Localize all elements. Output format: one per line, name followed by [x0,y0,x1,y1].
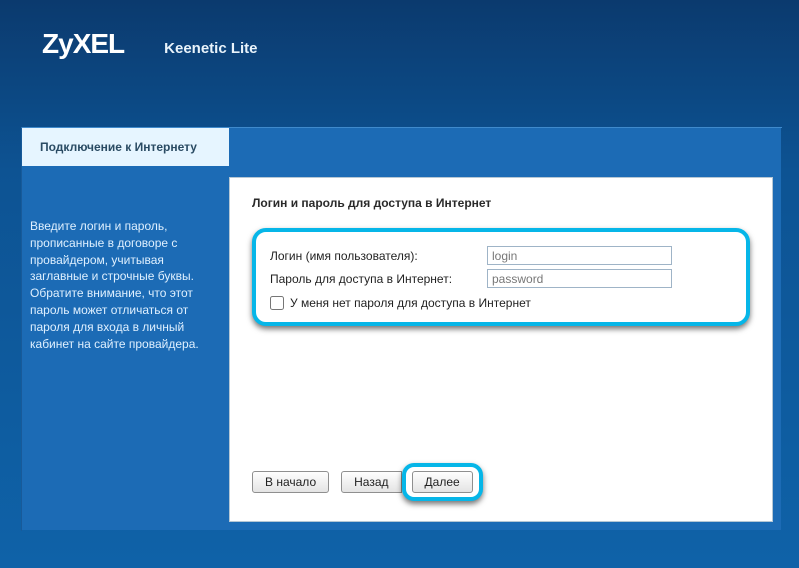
home-button[interactable]: В начало [252,471,329,493]
app-header: ZyXEL Keenetic Lite [0,0,799,60]
section-title: Логин и пароль для доступа в Интернет [252,196,750,210]
no-password-checkbox[interactable] [270,296,284,310]
password-label: Пароль для доступа в Интернет: [270,272,475,286]
main-panel: Подключение к Интернету Введите логин и … [22,128,781,530]
next-button[interactable]: Далее [412,471,473,493]
credentials-highlight: Логин (имя пользователя): Пароль для дос… [252,228,750,326]
wizard-button-bar: В начало Назад Далее [252,463,483,501]
back-button[interactable]: Назад [341,471,401,493]
no-password-label: У меня нет пароля для доступа в Интернет [290,296,531,310]
content-area: Логин и пароль для доступа в Интернет Ло… [229,177,773,522]
password-input[interactable] [487,269,672,288]
next-highlight: Далее [402,463,483,501]
brand-logo: ZyXEL [42,28,124,60]
tab-internet-connection[interactable]: Подключение к Интернету [22,128,229,166]
login-input[interactable] [487,246,672,265]
sidebar-help-text: Введите логин и пароль, прописанные в до… [30,218,222,352]
device-model: Keenetic Lite [164,40,257,57]
login-label: Логин (имя пользователя): [270,249,475,263]
